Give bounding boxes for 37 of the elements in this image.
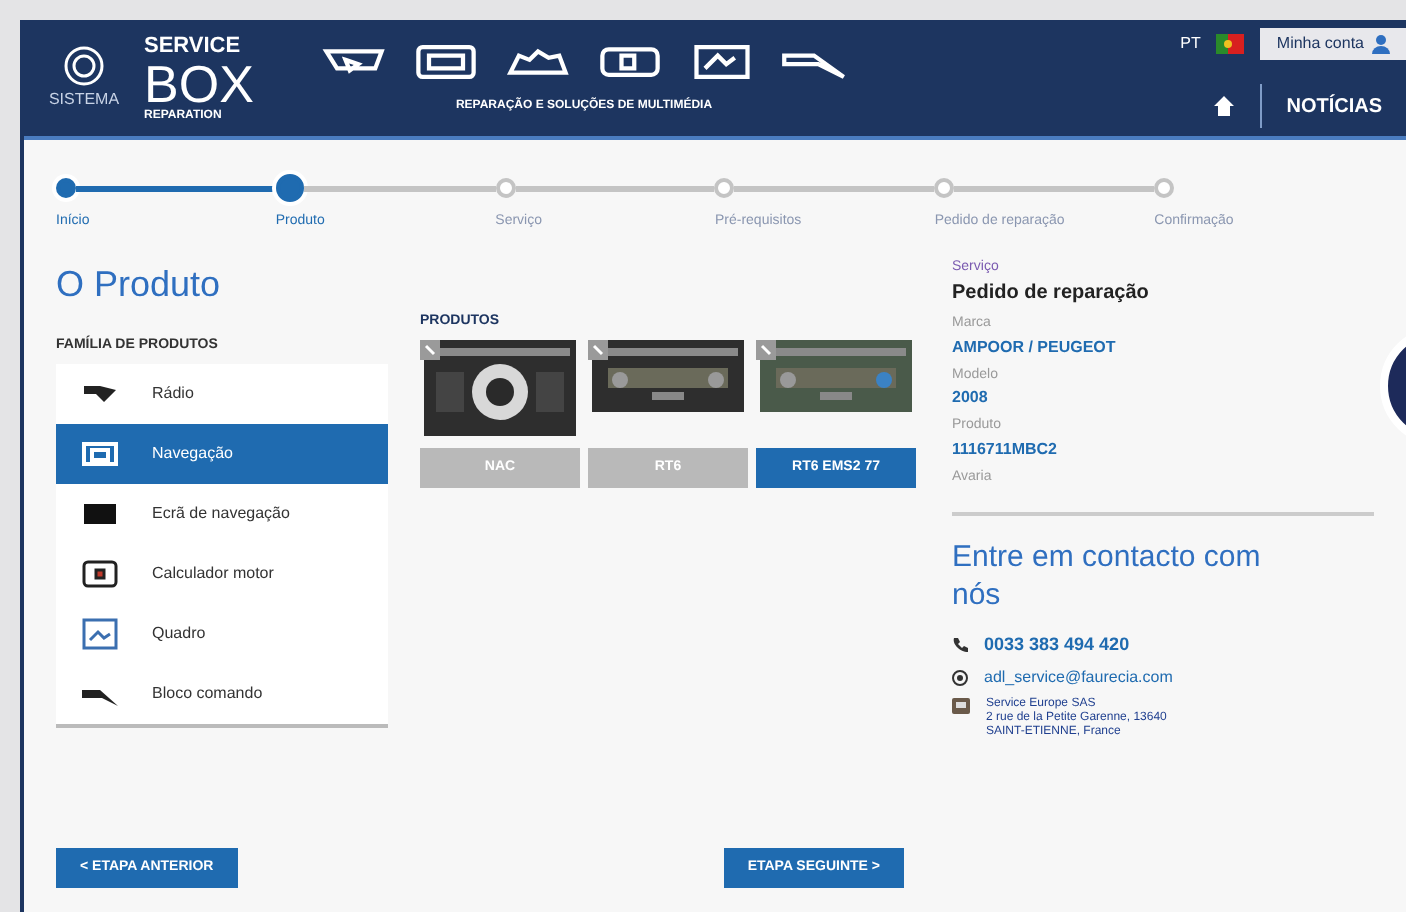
screen-icon[interactable] [412,41,480,81]
family-item[interactable]: Quadro [56,604,388,664]
mailbox-icon [952,698,970,714]
news-link[interactable]: NOTÍCIAS [1262,91,1406,121]
account-button[interactable]: Minha conta [1260,28,1406,60]
family-item[interactable]: Rádio [56,364,388,424]
user-icon [1372,34,1390,54]
summary-value: AMPOOR / PEUGEOT [952,335,1118,359]
family-item[interactable]: Calculador motor [56,544,388,604]
summary-value: Pedido de reparação [952,280,1151,308]
family-item[interactable]: Navegação [56,424,388,484]
control-unit-icon [80,558,120,590]
phone-icon [952,636,968,653]
summary-value: 1116711MBC2 [952,437,1059,461]
wrench-icon[interactable] [756,340,776,360]
screen-icon [80,438,120,470]
page-title: O Produto [56,261,223,307]
logo-caption: SISTEMA [48,88,120,112]
display-icon[interactable] [688,41,756,81]
flag-icon[interactable] [1216,34,1245,54]
display-icon [80,498,120,530]
summary-value: 2008 [952,386,990,410]
brand-name: BOX [144,57,256,109]
email-icon [952,670,968,686]
wrench-icon[interactable] [588,340,608,360]
logo-icon [62,44,106,88]
email-link[interactable]: adl_service@faurecia.com [984,666,1173,690]
phone-number: 0033 383 494 420 [984,631,1130,657]
language-label[interactable]: PT [1180,32,1201,56]
family-item[interactable]: Bloco comando [56,664,388,724]
panel-icon [80,618,120,650]
control-unit-icon[interactable] [596,41,664,81]
brand-top: SERVICE [144,35,243,57]
family-item[interactable]: Ecrã de navegação [56,484,388,544]
home-icon[interactable] [1212,94,1237,118]
wrench-icon[interactable] [420,340,440,360]
contact-title: Entre em contacto com nós [952,540,1263,615]
